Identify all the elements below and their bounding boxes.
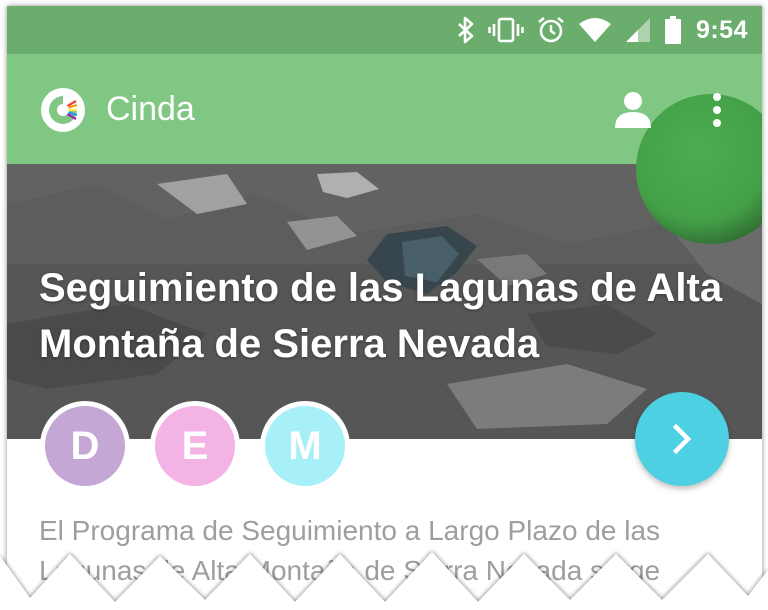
- more-vert-glyph: [713, 93, 721, 127]
- status-time: 9:54: [695, 15, 748, 44]
- alarm-icon: [538, 16, 564, 43]
- profile-icon[interactable]: [611, 90, 655, 130]
- badge-m-letter: M: [288, 423, 322, 468]
- more-vert-icon[interactable]: [697, 88, 737, 132]
- badge-m: M: [260, 401, 350, 491]
- next-button[interactable]: [635, 392, 729, 486]
- battery-icon: [664, 16, 681, 44]
- screen: 9:54 Cinda Seguimiento de las Lagunas de…: [0, 0, 768, 610]
- chevron-right-icon: [672, 423, 692, 455]
- badge-d-letter: D: [70, 423, 100, 468]
- badge-e-letter: E: [181, 423, 209, 468]
- phone-frame: 9:54 Cinda Seguimiento de las Lagunas de…: [7, 6, 762, 610]
- badge-e: E: [150, 401, 240, 491]
- cinda-logo-icon[interactable]: [39, 86, 87, 134]
- badge-d: D: [40, 401, 130, 491]
- app-bar: Cinda: [7, 54, 762, 244]
- status-bar: 9:54: [7, 6, 762, 54]
- wifi-icon: [578, 18, 611, 42]
- status-icons: 9:54: [456, 6, 748, 54]
- app-title: Cinda: [106, 90, 195, 128]
- signal-icon: [625, 18, 650, 42]
- bluetooth-icon: [458, 16, 474, 44]
- torn-edge-decoration: [0, 552, 768, 610]
- vibrate-icon: [488, 17, 524, 43]
- hero-title: Seguimiento de las Lagunas de Alta Monta…: [39, 266, 723, 366]
